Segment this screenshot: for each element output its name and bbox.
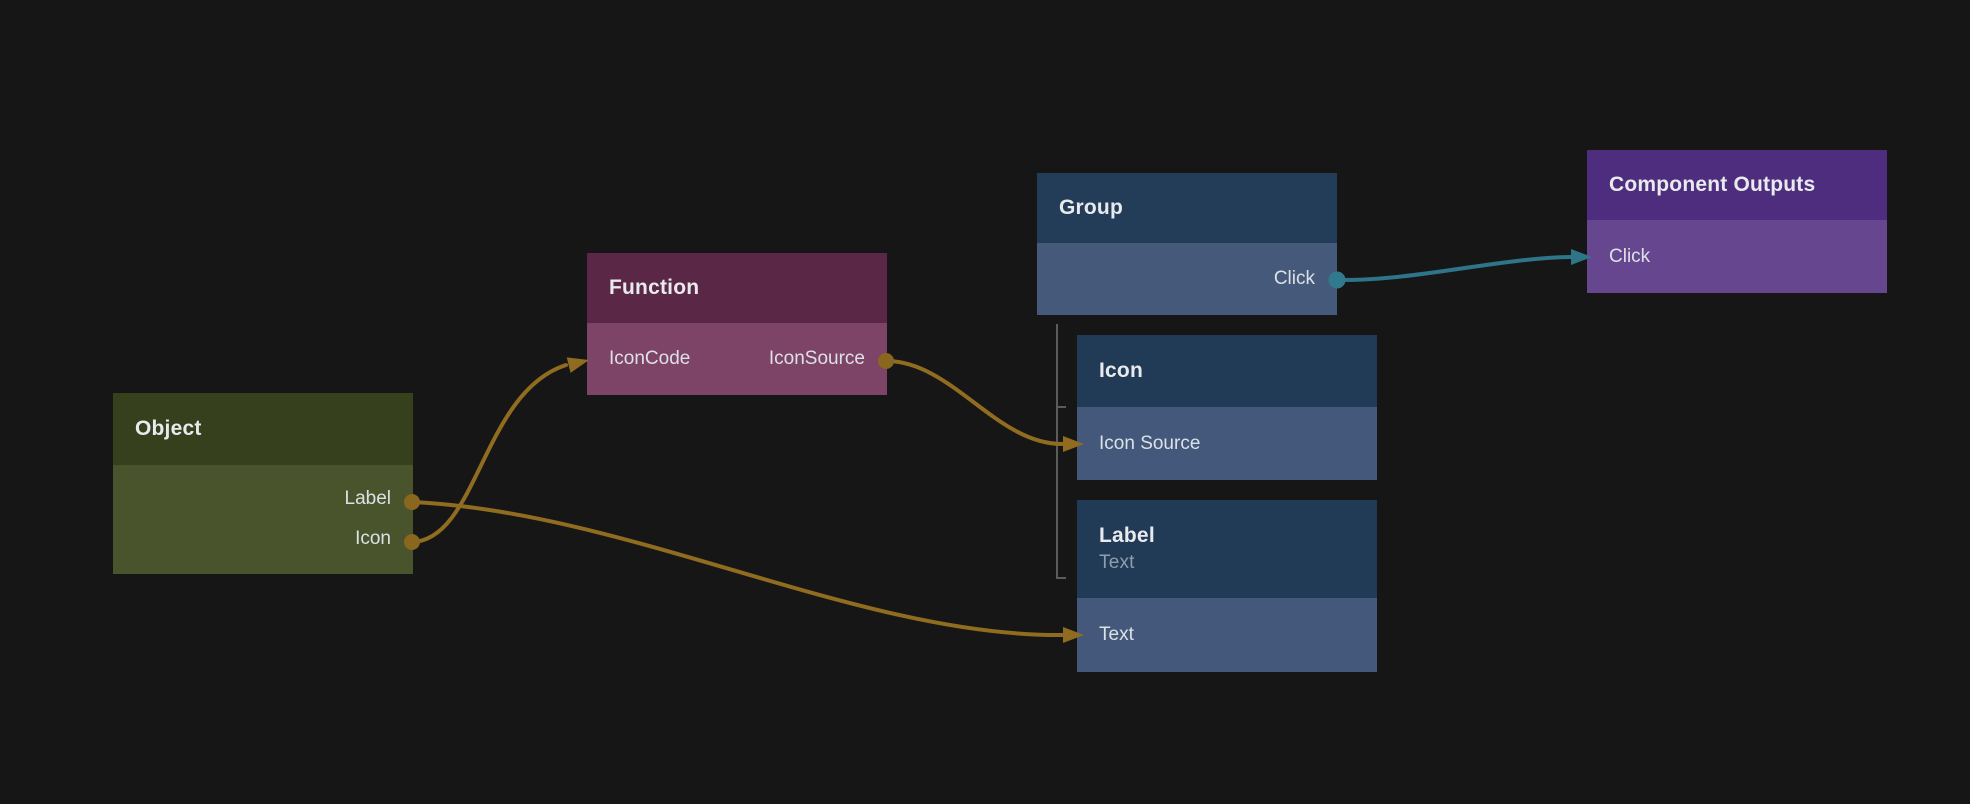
node-component-outputs-body: Click [1587,220,1887,293]
node-label[interactable]: Label Text Text [1077,500,1377,672]
node-component-outputs-title: Component Outputs [1609,172,1815,198]
node-component-outputs[interactable]: Component Outputs Click [1587,150,1887,293]
port-object-label-output[interactable]: Label [113,479,413,519]
node-label-subtitle: Text [1099,551,1135,575]
node-object[interactable]: Object Label Icon [113,393,413,574]
node-icon-header[interactable]: Icon [1077,335,1377,407]
port-icon-iconsource-input-text: Icon Source [1099,433,1200,455]
node-label-body: Text [1077,598,1377,672]
port-group-click-output[interactable]: Click [1037,259,1337,299]
node-label-title: Label [1099,523,1155,549]
node-editor-canvas[interactable]: Object Label Icon Function IconCode Icon… [0,0,1970,804]
port-component-outputs-click-input-text: Click [1609,246,1650,268]
node-function[interactable]: Function IconCode IconSource [587,253,887,395]
node-function-title: Function [609,275,699,301]
node-group-header[interactable]: Group [1037,173,1337,243]
port-component-outputs-click-input[interactable]: Click [1587,237,1887,277]
port-object-icon-output-text: Icon [355,528,391,550]
port-function-iconcode-input[interactable]: IconCode [609,348,690,370]
port-object-icon-output[interactable]: Icon [113,519,413,559]
edge-group-click-to-component-click[interactable] [1337,257,1571,280]
node-icon-body: Icon Source [1077,407,1377,480]
port-function-iconsource-output[interactable]: IconSource [769,348,865,370]
node-group[interactable]: Group Click [1037,173,1337,315]
port-object-label-output-text: Label [345,488,392,510]
port-icon-iconsource-input[interactable]: Icon Source [1077,424,1377,464]
node-object-header[interactable]: Object [113,393,413,465]
edge-object-icon-to-function-iconcode[interactable] [412,365,566,542]
node-component-outputs-header[interactable]: Component Outputs [1587,150,1887,220]
edge-function-iconsource-to-icon-iconsource[interactable] [886,361,1062,444]
node-function-body: IconCode IconSource [587,323,887,395]
node-icon[interactable]: Icon Icon Source [1077,335,1377,480]
edge-object-label-to-label-text[interactable] [412,502,1062,635]
node-object-title: Object [135,416,202,442]
node-icon-title: Icon [1099,358,1143,384]
port-label-text-input[interactable]: Text [1077,615,1377,655]
node-function-header[interactable]: Function [587,253,887,323]
node-label-header[interactable]: Label Text [1077,500,1377,598]
node-group-title: Group [1059,195,1123,221]
port-group-click-output-text: Click [1274,268,1315,290]
node-group-body: Click [1037,243,1337,315]
port-label-text-input-text: Text [1099,624,1134,646]
group-children-bracket [1057,324,1066,578]
node-object-body: Label Icon [113,465,413,574]
port-row-function: IconCode IconSource [587,339,887,379]
